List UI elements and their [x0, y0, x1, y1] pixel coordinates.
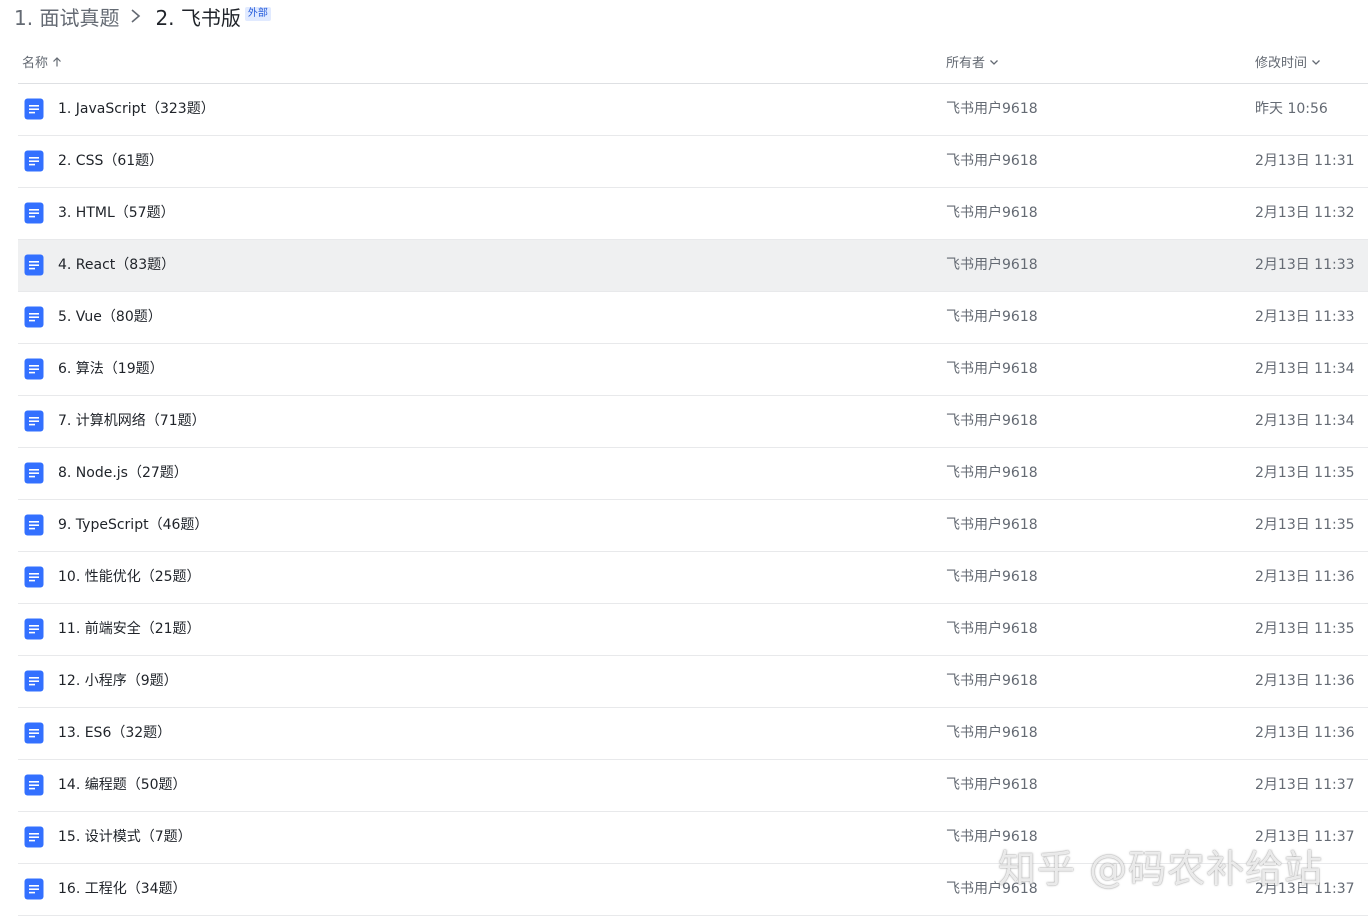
column-header-owner[interactable]: 所有者 — [946, 40, 999, 83]
file-name[interactable]: 4. React（83题） — [58, 240, 175, 291]
table-row[interactable]: 12. 小程序（9题） 飞书用户9618 2月13日 11:36 — [18, 656, 1368, 708]
file-owner: 飞书用户9618 — [946, 153, 1038, 169]
file-name[interactable]: 16. 工程化（34题） — [58, 864, 187, 915]
table-row[interactable]: 11. 前端安全（21题） 飞书用户9618 2月13日 11:35 — [18, 604, 1368, 656]
file-name[interactable]: 7. 计算机网络（71题） — [58, 396, 206, 447]
file-modified-time: 2月13日 11:32 — [1255, 205, 1355, 221]
external-tag: 外部 — [244, 7, 271, 21]
file-name[interactable]: 9. TypeScript（46题） — [58, 500, 208, 551]
sort-ascending-icon — [53, 56, 61, 66]
table-row[interactable]: 7. 计算机网络（71题） 飞书用户9618 2月13日 11:34 — [18, 396, 1368, 448]
document-icon — [24, 410, 44, 432]
file-modified-time: 2月13日 11:36 — [1255, 725, 1355, 741]
table-row[interactable]: 15. 设计模式（7题） 飞书用户9618 2月13日 11:37 — [18, 812, 1368, 864]
file-owner: 飞书用户9618 — [946, 465, 1038, 481]
file-owner: 飞书用户9618 — [946, 205, 1038, 221]
document-icon — [24, 462, 44, 484]
file-name[interactable]: 11. 前端安全（21题） — [58, 604, 201, 655]
file-owner: 飞书用户9618 — [946, 517, 1038, 533]
file-owner: 飞书用户9618 — [946, 829, 1038, 845]
breadcrumb: 1. 面试真题 2. 飞书版 外部 — [14, 2, 271, 31]
file-modified-time: 2月13日 11:31 — [1255, 153, 1355, 169]
file-name[interactable]: 5. Vue（80题） — [58, 292, 162, 343]
breadcrumb-parent-link[interactable]: 1. 面试真题 — [14, 2, 119, 31]
document-icon — [24, 514, 44, 536]
table-header: 名称 所有者 修改时间 — [18, 40, 1368, 84]
table-row[interactable]: 5. Vue（80题） 飞书用户9618 2月13日 11:33 — [18, 292, 1368, 344]
file-modified-time: 2月13日 11:35 — [1255, 465, 1355, 481]
file-modified-time: 2月13日 11:35 — [1255, 517, 1355, 533]
file-owner: 飞书用户9618 — [946, 361, 1038, 377]
file-name[interactable]: 8. Node.js（27题） — [58, 448, 188, 499]
file-name[interactable]: 2. CSS（61题） — [58, 136, 163, 187]
file-modified-time: 2月13日 11:37 — [1255, 829, 1355, 845]
document-icon — [24, 618, 44, 640]
file-owner: 飞书用户9618 — [946, 413, 1038, 429]
file-owner: 飞书用户9618 — [946, 725, 1038, 741]
file-modified-time: 2月13日 11:33 — [1255, 257, 1355, 273]
document-icon — [24, 150, 44, 172]
chevron-down-icon — [1312, 59, 1320, 65]
table-row[interactable]: 4. React（83题） 飞书用户9618 2月13日 11:33 — [18, 240, 1368, 292]
document-icon — [24, 722, 44, 744]
chevron-right-icon — [131, 9, 141, 23]
file-owner: 飞书用户9618 — [946, 673, 1038, 689]
file-owner: 飞书用户9618 — [946, 881, 1038, 897]
file-owner: 飞书用户9618 — [946, 621, 1038, 637]
file-modified-time: 2月13日 11:34 — [1255, 361, 1355, 377]
file-name[interactable]: 3. HTML（57题） — [58, 188, 175, 239]
table-row[interactable]: 3. HTML（57题） 飞书用户9618 2月13日 11:32 — [18, 188, 1368, 240]
document-icon — [24, 306, 44, 328]
column-header-modified[interactable]: 修改时间 — [1255, 40, 1321, 83]
file-name[interactable]: 6. 算法（19题） — [58, 344, 164, 395]
file-modified-time: 2月13日 11:33 — [1255, 309, 1355, 325]
column-header-name-label: 名称 — [22, 56, 49, 71]
document-icon — [24, 670, 44, 692]
table-row[interactable]: 2. CSS（61题） 飞书用户9618 2月13日 11:31 — [18, 136, 1368, 188]
document-icon — [24, 358, 44, 380]
column-header-owner-label: 所有者 — [946, 56, 986, 71]
table-row[interactable]: 9. TypeScript（46题） 飞书用户9618 2月13日 11:35 — [18, 500, 1368, 552]
file-modified-time: 2月13日 11:35 — [1255, 621, 1355, 637]
table-body: 1. JavaScript（323题） 飞书用户9618 昨天 10:56 2. CS… — [18, 84, 1368, 916]
file-name[interactable]: 12. 小程序（9题） — [58, 656, 178, 707]
document-icon — [24, 98, 44, 120]
chevron-down-icon — [990, 59, 998, 65]
file-modified-time: 2月13日 11:34 — [1255, 413, 1355, 429]
column-header-modified-label: 修改时间 — [1255, 56, 1308, 71]
table-row[interactable]: 8. Node.js（27题） 飞书用户9618 2月13日 11:35 — [18, 448, 1368, 500]
file-table: 名称 所有者 修改时间 1. JavaScript（323题） 飞书用户9618 昨… — [18, 40, 1368, 916]
file-name[interactable]: 10. 性能优化（25题） — [58, 552, 201, 603]
table-row[interactable]: 6. 算法（19题） 飞书用户9618 2月13日 11:34 — [18, 344, 1368, 396]
file-modified-time: 2月13日 11:36 — [1255, 673, 1355, 689]
file-name[interactable]: 13. ES6（32题） — [58, 708, 171, 759]
file-owner: 飞书用户9618 — [946, 309, 1038, 325]
document-icon — [24, 254, 44, 276]
file-modified-time: 2月13日 11:37 — [1255, 777, 1355, 793]
file-modified-time: 昨天 10:56 — [1255, 101, 1328, 117]
file-name[interactable]: 1. JavaScript（323题） — [58, 84, 215, 135]
file-owner: 飞书用户9618 — [946, 777, 1038, 793]
table-row[interactable]: 1. JavaScript（323题） 飞书用户9618 昨天 10:56 — [18, 84, 1368, 136]
file-modified-time: 2月13日 11:37 — [1255, 881, 1355, 897]
file-owner: 飞书用户9618 — [946, 101, 1038, 117]
breadcrumb-current: 2. 飞书版 — [155, 5, 241, 30]
column-header-name[interactable]: 名称 — [22, 40, 62, 83]
table-row[interactable]: 16. 工程化（34题） 飞书用户9618 2月13日 11:37 — [18, 864, 1368, 916]
document-icon — [24, 566, 44, 588]
table-row[interactable]: 10. 性能优化（25题） 飞书用户9618 2月13日 11:36 — [18, 552, 1368, 604]
document-icon — [24, 774, 44, 796]
table-row[interactable]: 13. ES6（32题） 飞书用户9618 2月13日 11:36 — [18, 708, 1368, 760]
document-icon — [24, 826, 44, 848]
file-name[interactable]: 15. 设计模式（7题） — [58, 812, 192, 863]
file-modified-time: 2月13日 11:36 — [1255, 569, 1355, 585]
file-owner: 飞书用户9618 — [946, 257, 1038, 273]
file-name[interactable]: 14. 编程题（50题） — [58, 760, 187, 811]
table-row[interactable]: 14. 编程题（50题） 飞书用户9618 2月13日 11:37 — [18, 760, 1368, 812]
document-icon — [24, 202, 44, 224]
document-icon — [24, 878, 44, 900]
file-owner: 飞书用户9618 — [946, 569, 1038, 585]
